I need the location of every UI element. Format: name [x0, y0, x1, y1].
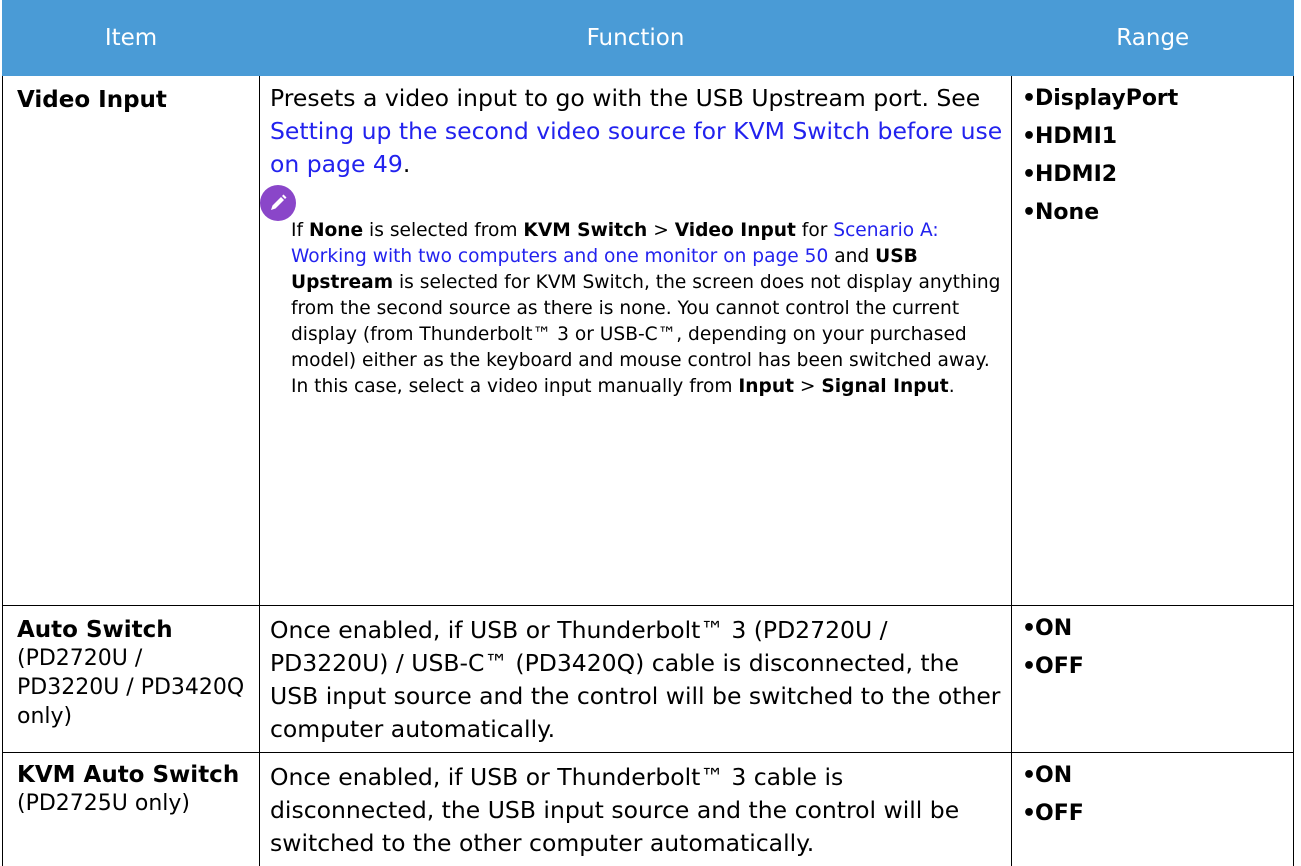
- range-list: •ON •OFF: [1022, 610, 1285, 686]
- range-value: ON: [1035, 615, 1073, 641]
- function-description: Once enabled, if USB or Thunderbolt™ 3 (…: [270, 615, 1001, 743]
- note-part: >: [647, 220, 675, 241]
- range-cell: •ON •OFF: [1011, 605, 1294, 753]
- item-label: Auto Switch: [17, 616, 173, 643]
- range-cell: •DisplayPort •HDMI1 •HDMI2 •None: [1011, 76, 1294, 606]
- header-item: Item: [2, 0, 260, 76]
- note-part: .: [948, 376, 955, 397]
- range-option: •HDMI1: [1022, 118, 1285, 156]
- bullet: •: [1022, 200, 1037, 225]
- note-bold: None: [308, 220, 364, 241]
- range-option: •DisplayPort: [1022, 80, 1285, 118]
- note-part: If: [291, 220, 309, 241]
- range-option: •ON: [1022, 610, 1285, 648]
- page-link[interactable]: Setting up the second video source for K…: [270, 117, 1002, 178]
- bullet: •: [1022, 653, 1037, 679]
- item-label: Video Input: [17, 87, 167, 113]
- bullet: •: [1022, 86, 1037, 111]
- bullet: •: [1022, 162, 1037, 187]
- bullet: •: [1022, 124, 1037, 149]
- item-cell: KVM Auto Switch (PD2725U only): [2, 752, 260, 866]
- function-description: Once enabled, if USB or Thunderbolt™ 3 c…: [270, 762, 960, 857]
- function-cell: Presets a video input to go with the USB…: [259, 76, 1012, 606]
- item-model-note: (PD2720U / PD3220U / PD3420Q only): [17, 645, 245, 729]
- note-block: If None is selected from KVM Switch > Vi…: [260, 185, 1003, 400]
- note-bold: KVM Switch: [523, 220, 648, 241]
- note-bold: Signal Input: [821, 376, 949, 397]
- range-value: OFF: [1035, 653, 1084, 679]
- item-model-note: (PD2725U only): [17, 790, 190, 816]
- function-description: Presets a video input to go with the USB…: [270, 82, 1003, 181]
- table-row: Video Input Presets a video input to go …: [2, 76, 1294, 606]
- note-text: If None is selected from KVM Switch > Vi…: [291, 195, 1003, 400]
- table-header-row: Item Function Range: [2, 0, 1294, 76]
- function-text: Presets a video input to go with the USB…: [270, 84, 981, 112]
- range-option: •HDMI2: [1022, 156, 1285, 194]
- range-value: HDMI1: [1035, 124, 1118, 149]
- item-label: KVM Auto Switch: [17, 761, 240, 788]
- range-option: •ON: [1022, 757, 1285, 795]
- range-value: OFF: [1035, 800, 1084, 826]
- pencil-note-icon: [260, 185, 296, 221]
- table-row: Auto Switch (PD2720U / PD3220U / PD3420Q…: [2, 605, 1294, 753]
- settings-table: Item Function Range Video Input Presets …: [2, 0, 1294, 866]
- range-list: •DisplayPort •HDMI1 •HDMI2 •None: [1022, 80, 1285, 232]
- function-end: .: [402, 150, 411, 178]
- range-value: DisplayPort: [1035, 86, 1179, 111]
- range-list: •ON •OFF: [1022, 757, 1285, 833]
- range-option: •None: [1022, 194, 1285, 232]
- function-cell: Once enabled, if USB or Thunderbolt™ 3 c…: [259, 752, 1012, 866]
- note-part: is selected from: [363, 220, 524, 241]
- function-cell: Once enabled, if USB or Thunderbolt™ 3 (…: [259, 605, 1012, 753]
- note-part: for: [795, 220, 834, 241]
- range-value: None: [1035, 200, 1100, 225]
- header-range: Range: [1011, 0, 1294, 76]
- range-value: ON: [1035, 762, 1073, 788]
- table-row: KVM Auto Switch (PD2725U only) Once enab…: [2, 752, 1294, 866]
- settings-table-page: Item Function Range Video Input Presets …: [0, 0, 1301, 866]
- note-part: >: [793, 376, 822, 397]
- bullet: •: [1022, 800, 1037, 826]
- bullet: •: [1022, 762, 1037, 788]
- item-cell: Auto Switch (PD2720U / PD3220U / PD3420Q…: [2, 605, 260, 753]
- item-cell: Video Input: [2, 76, 260, 606]
- range-value: HDMI2: [1035, 162, 1118, 187]
- range-cell: •ON •OFF: [1011, 752, 1294, 866]
- range-option: •OFF: [1022, 795, 1285, 833]
- range-option: •OFF: [1022, 648, 1285, 686]
- note-bold: Input: [738, 376, 794, 397]
- note-bold: Video Input: [674, 220, 796, 241]
- header-function: Function: [259, 0, 1012, 76]
- note-part: and: [828, 246, 876, 267]
- bullet: •: [1022, 615, 1037, 641]
